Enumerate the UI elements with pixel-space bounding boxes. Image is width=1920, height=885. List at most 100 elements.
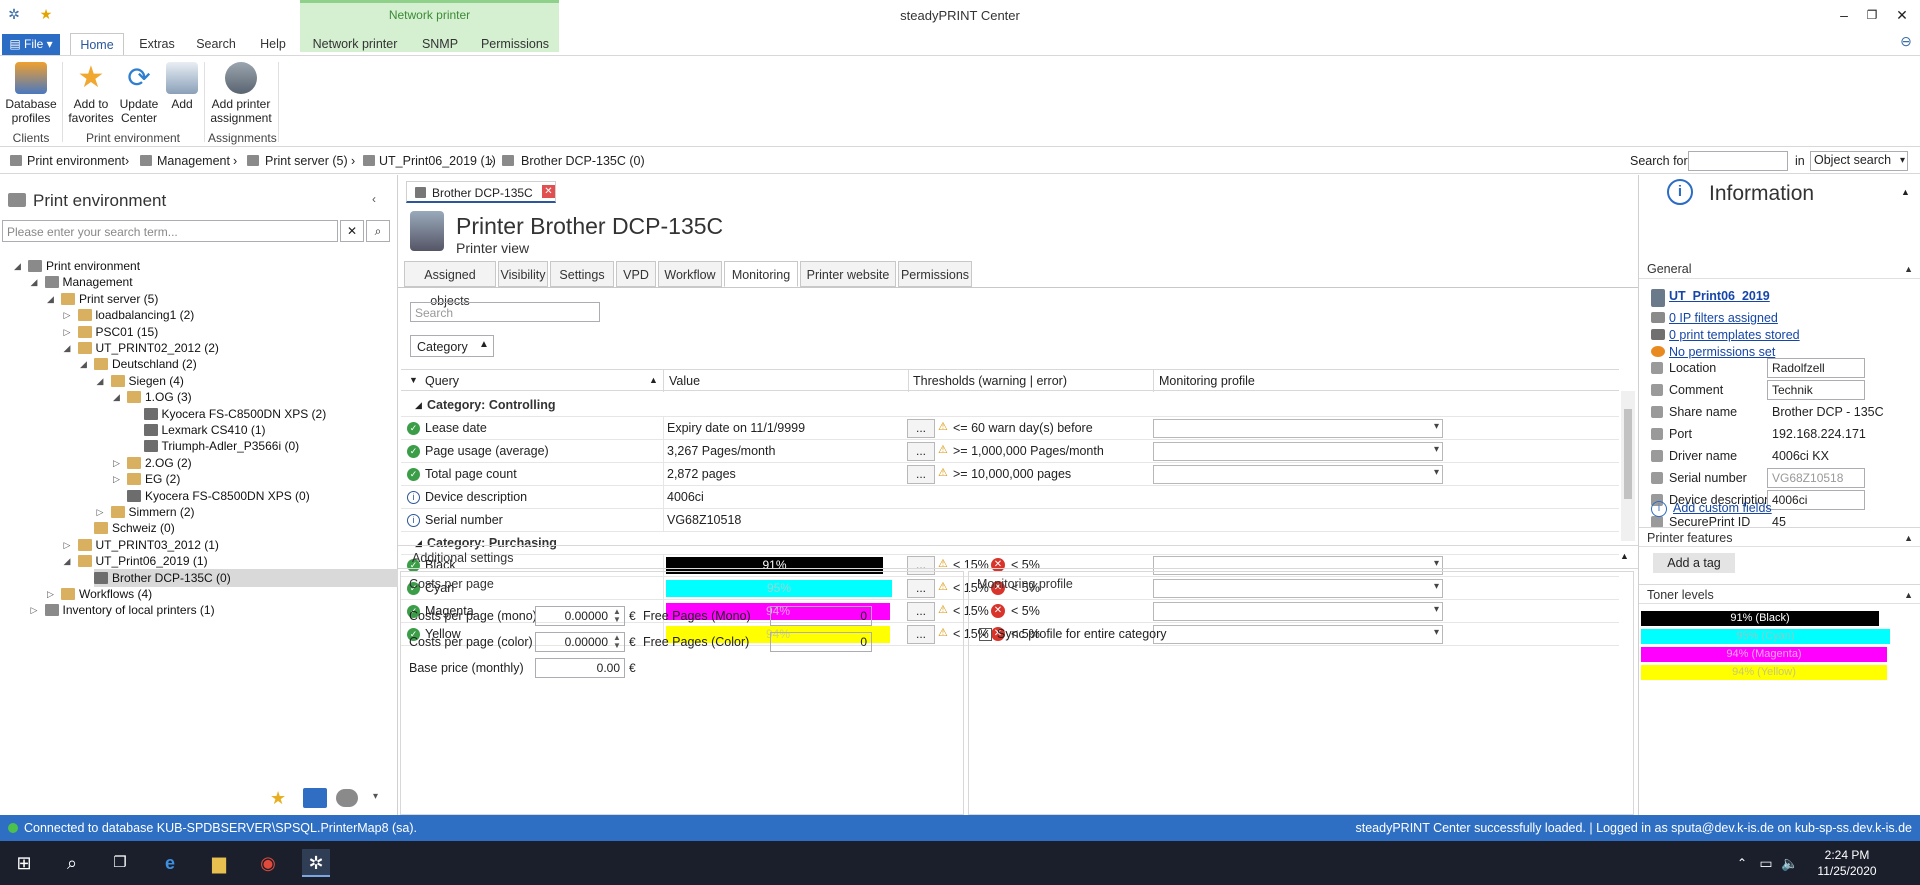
- add-to-favorites-button[interactable]: ★ Add to favorites: [66, 62, 116, 126]
- expanded-triangle-icon[interactable]: ◢: [64, 339, 71, 357]
- column-thresholds[interactable]: Thresholds (warning | error): [913, 374, 1067, 388]
- taskbar-clock[interactable]: 2:24 PM 11/25/2020: [1812, 847, 1882, 879]
- update-center-button[interactable]: ⟳ Update Center: [118, 62, 160, 125]
- search-icon[interactable]: ⌕: [366, 220, 390, 242]
- tab-home[interactable]: Home: [70, 33, 124, 55]
- monitoring-row[interactable]: i Device description 4006ci: [401, 485, 1619, 509]
- tab-permissions[interactable]: Permissions: [476, 33, 554, 55]
- edit-thresholds-button[interactable]: ...: [907, 441, 935, 461]
- monitoring-profile-select[interactable]: ▾: [1153, 441, 1443, 461]
- object-search-input[interactable]: [1688, 151, 1788, 171]
- chrome-icon[interactable]: ◉: [254, 849, 282, 877]
- add-printer-assignment-button[interactable]: Add printer assignment: [208, 62, 274, 125]
- breadcrumb-item[interactable]: Print environment: [27, 154, 125, 168]
- tree-node[interactable]: Kyocera FS-C8500DN XPS (0): [127, 487, 310, 505]
- general-section-header[interactable]: General ▲: [1639, 259, 1920, 279]
- tree-node[interactable]: Brother DCP-135C (0): [94, 568, 398, 587]
- collapsed-triangle-icon[interactable]: ▷: [64, 536, 71, 554]
- tab-network-printer[interactable]: Network printer: [306, 33, 404, 55]
- column-query[interactable]: Query: [425, 374, 459, 388]
- search-icon[interactable]: ⌕: [58, 849, 86, 877]
- expanded-triangle-icon[interactable]: ◢: [80, 355, 87, 373]
- tab-search[interactable]: Search: [190, 33, 242, 55]
- additional-settings-header[interactable]: Additional settings ▲: [398, 545, 1638, 569]
- column-value[interactable]: Value: [669, 374, 700, 388]
- info-field-input[interactable]: Radolfzell: [1767, 358, 1865, 378]
- info-field-input[interactable]: 4006ci: [1767, 490, 1865, 510]
- monitoring-row[interactable]: ✓ Total page count 2,872 pages... ⚠ >= 10,00…: [401, 462, 1619, 486]
- spinner-icon[interactable]: ▲ ▼: [613, 608, 621, 624]
- spinner-icon[interactable]: ▲ ▼: [613, 634, 621, 650]
- breadcrumb-item[interactable]: UT_Print06_2019 (1): [379, 154, 496, 168]
- cost-field-input[interactable]: 0.00000: [535, 606, 625, 626]
- printers-view-icon[interactable]: [303, 788, 327, 808]
- add-button[interactable]: Add: [164, 62, 200, 111]
- tab-extras[interactable]: Extras: [132, 33, 182, 55]
- close-tab-icon[interactable]: ✕: [542, 185, 555, 198]
- clear-search-icon[interactable]: ✕: [340, 220, 364, 242]
- expanded-triangle-icon[interactable]: ◢: [97, 372, 104, 390]
- favorites-star-icon[interactable]: ★: [270, 788, 286, 809]
- collapse-panel-icon[interactable]: ‹: [372, 192, 376, 206]
- task-view-icon[interactable]: ❐: [106, 849, 134, 877]
- expanded-triangle-icon[interactable]: ◢: [47, 290, 54, 308]
- expanded-triangle-icon[interactable]: ◢: [64, 552, 71, 570]
- collapse-icon[interactable]: ▲: [1620, 551, 1629, 561]
- tab-assigned-objects[interactable]: Assigned objects: [404, 261, 496, 308]
- breadcrumb-item[interactable]: Print server (5): [265, 154, 348, 168]
- info-field-input[interactable]: VG68Z10518: [1767, 468, 1865, 488]
- tree-node[interactable]: 2.OG (2): [127, 454, 192, 472]
- windows-start-icon[interactable]: ⊞: [10, 849, 38, 877]
- add-tag-button[interactable]: Add a tag: [1653, 553, 1735, 573]
- grid-scrollbar[interactable]: [1621, 391, 1635, 541]
- collapsed-triangle-icon[interactable]: ▷: [64, 323, 71, 341]
- tree-node[interactable]: Kyocera FS-C8500DN XPS (2): [143, 405, 326, 423]
- tab-snmp[interactable]: SNMP: [414, 33, 466, 55]
- scroll-thumb[interactable]: [1624, 409, 1632, 499]
- tree-node[interactable]: Management: [44, 273, 133, 291]
- breadcrumb-item[interactable]: Brother DCP-135C (0): [521, 154, 645, 168]
- monitoring-profile-select[interactable]: ▾: [1153, 418, 1443, 438]
- edit-thresholds-button[interactable]: ...: [907, 464, 935, 484]
- tree-node[interactable]: Lexmark CS410 (1): [143, 421, 266, 439]
- printer-features-header[interactable]: Printer features ▲: [1639, 527, 1920, 547]
- tree-node[interactable]: Print environment: [28, 257, 140, 275]
- tree-node[interactable]: Deutschland (2): [94, 355, 197, 373]
- doc-tab-brother[interactable]: Brother DCP-135C ✕: [406, 181, 556, 203]
- tree-node[interactable]: UT_PRINT02_2012 (2): [77, 339, 219, 357]
- free-pages-input[interactable]: 0: [770, 606, 872, 626]
- restore-button[interactable]: ❐: [1858, 4, 1886, 26]
- tree-node[interactable]: Schweiz (0): [94, 519, 175, 537]
- tree-node[interactable]: EG (2): [127, 470, 180, 488]
- tree-node[interactable]: Inventory of local printers (1): [44, 601, 215, 619]
- tab-permissions[interactable]: Permissions: [898, 261, 972, 287]
- collapsed-triangle-icon[interactable]: ▷: [64, 306, 71, 324]
- cost-field-input[interactable]: 0.00: [535, 658, 625, 678]
- monitoring-row[interactable]: ✓ Page usage (average) 3,267 Pages/month..…: [401, 439, 1619, 463]
- tab-settings[interactable]: Settings: [550, 261, 614, 287]
- tab-printer-website[interactable]: Printer website: [800, 261, 896, 287]
- tree-node[interactable]: Simmern (2): [110, 503, 195, 521]
- tree-node[interactable]: Triumph-Adler_P3566i (0): [143, 437, 299, 455]
- tree-search-input[interactable]: Please enter your search term...: [2, 220, 338, 242]
- tree-node[interactable]: Workflows (4): [61, 585, 152, 603]
- internet-explorer-icon[interactable]: e: [156, 849, 184, 877]
- more-views-icon[interactable]: ▾: [373, 791, 378, 802]
- cost-field-input[interactable]: 0.00000: [535, 632, 625, 652]
- tree-node[interactable]: Siegen (4): [110, 372, 184, 390]
- minimize-button[interactable]: –: [1830, 4, 1858, 26]
- collapse-info-icon[interactable]: ▲: [1901, 187, 1910, 197]
- tree-node[interactable]: UT_PRINT03_2012 (1): [77, 536, 219, 554]
- info-field-input[interactable]: Technik: [1767, 380, 1865, 400]
- search-scope-select[interactable]: Object search ▾: [1810, 151, 1908, 171]
- tab-monitoring[interactable]: Monitoring: [724, 261, 798, 287]
- collapsed-triangle-icon[interactable]: ▷: [113, 470, 120, 488]
- tab-vpd[interactable]: VPD: [616, 261, 656, 287]
- monitoring-row[interactable]: i Serial number VG68Z10518: [401, 508, 1619, 532]
- tree-node[interactable]: UT_Print06_2019 (1): [77, 552, 208, 570]
- column-monitoring-profile[interactable]: Monitoring profile: [1159, 374, 1255, 388]
- monitoring-search-input[interactable]: Search: [410, 302, 600, 322]
- steadyprint-taskbar-icon[interactable]: ✲: [302, 849, 330, 877]
- edit-thresholds-button[interactable]: ...: [907, 418, 935, 438]
- collapsed-triangle-icon[interactable]: ▷: [113, 454, 120, 472]
